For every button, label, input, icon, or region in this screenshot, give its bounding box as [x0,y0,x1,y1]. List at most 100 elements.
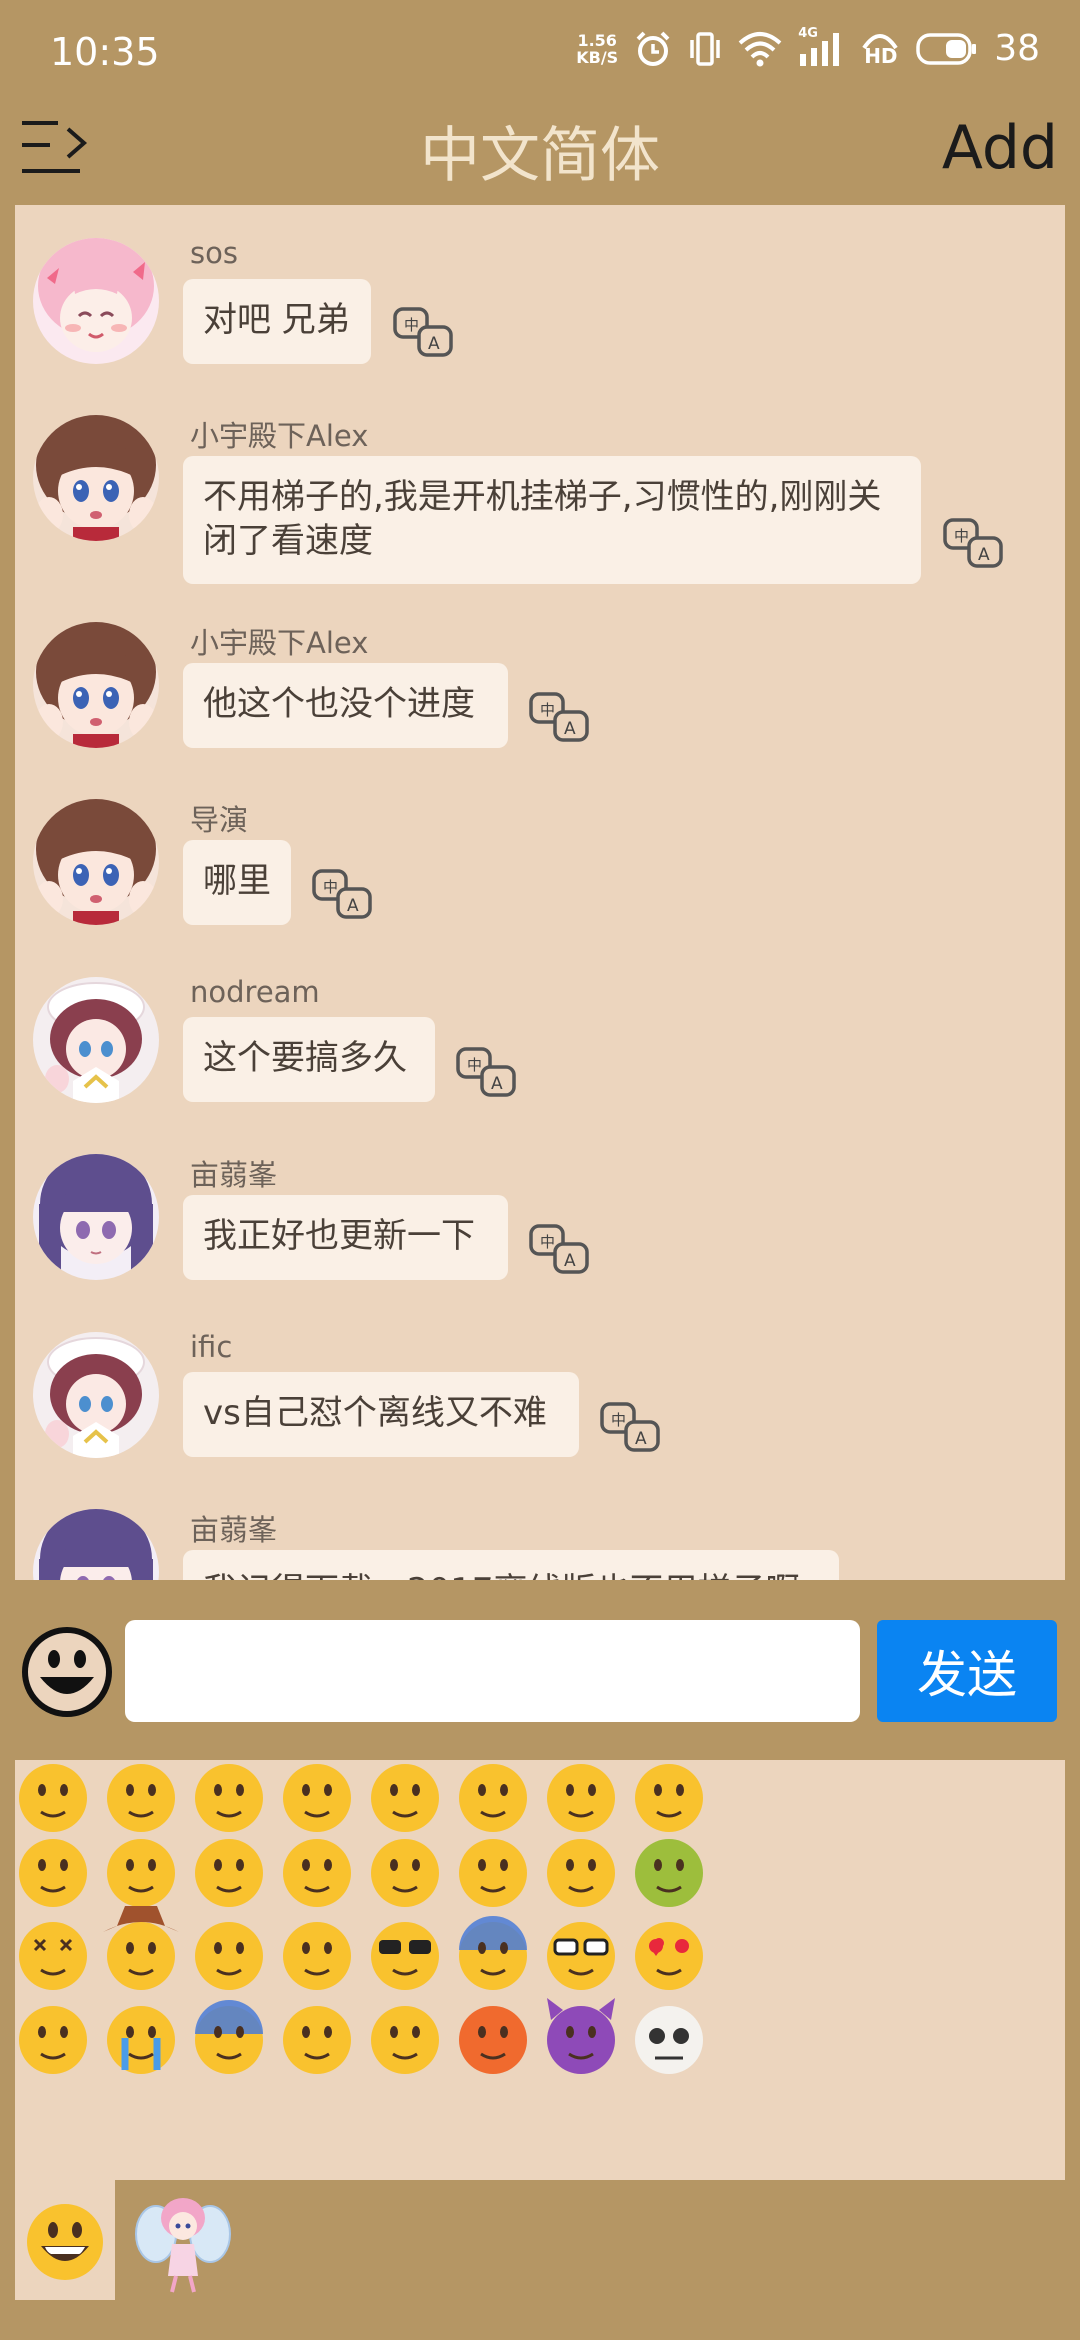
battery-icon [916,32,977,65]
signal-bars-icon [800,32,840,66]
translate-glyph-a: A [347,896,359,916]
translate-icon[interactable]: 中 A [943,518,1005,570]
emoji-panel[interactable] [15,1760,1065,2180]
language-title[interactable]: 中文简体 [0,107,1080,194]
nerd-face-emoji[interactable] [547,1922,615,1990]
purple-hair-avatar[interactable] [33,1154,159,1280]
translate-glyph-cn: 中 [323,878,338,896]
battery-percent: 38 [994,28,1040,69]
smiling-face-with-heart-eyes-emoji[interactable] [635,1922,703,1990]
face-screaming-in-fear-emoji[interactable] [195,2000,263,2074]
fairy-sticker-tab[interactable] [128,2188,238,2298]
grinning-face-tab[interactable] [15,2180,115,2300]
message-bubble[interactable]: 我正好也更新一下 [183,1195,508,1280]
sleeping-face-emoji[interactable] [459,1839,527,1907]
sleepy-face-emoji[interactable] [371,1839,439,1907]
kissing-face-emoji[interactable] [107,1764,175,1832]
hushed-face-emoji[interactable] [283,1922,351,1990]
message-username: 小宇殿下Alex [190,626,369,660]
translate-icon[interactable]: 中 A [600,1402,662,1454]
translate-glyph-a: A [978,545,990,565]
translate-glyph-a: A [564,719,576,739]
message-bubble[interactable]: 这个要搞多久 [183,1017,435,1102]
alarm-icon [636,31,670,66]
brown-hair-avatar[interactable] [33,799,159,925]
brown-hair-avatar[interactable] [33,415,159,541]
translate-glyph-a: A [635,1429,647,1449]
downcast-face-with-sweat-emoji[interactable] [283,2006,351,2074]
translate-glyph-cn: 中 [611,1411,626,1429]
message-username: 亩蒻峯 [190,1158,278,1192]
translate-icon[interactable]: 中 A [529,1224,591,1276]
emoji-toggle-icon[interactable] [20,1625,114,1719]
network-speed: 1.56 KB/S [576,32,618,66]
translate-glyph-a: A [428,334,440,354]
nauseated-face-emoji[interactable] [635,1839,703,1907]
loudly-crying-face-emoji[interactable] [107,2006,175,2074]
message-username: sos [190,236,238,270]
network-speed-unit: KB/S [576,47,619,67]
face-with-hand-over-mouth-emoji[interactable] [459,1764,527,1832]
message-bubble[interactable]: 对吧 兄弟 [183,279,371,364]
face-without-mouth-emoji[interactable] [19,1839,87,1907]
pouting-face-emoji[interactable] [459,2006,527,2074]
emoji-tab-bar [0,2180,1080,2340]
unamused-face-emoji[interactable] [107,1839,175,1907]
skull-emoji[interactable] [635,2006,703,2074]
wifi-icon [738,31,782,66]
face-with-head-bandage-emoji[interactable] [19,1764,87,1832]
message-username: ific [190,1330,233,1364]
smiling-face-with-sunglasses-emoji[interactable] [371,1922,439,1990]
send-button[interactable]: 发送 [877,1620,1057,1722]
status-bar: 10:35 1.56 KB/S 4G HD 38 [0,0,1080,110]
translate-glyph-a: A [491,1074,503,1094]
vibrate-icon [690,31,720,66]
message-input[interactable] [125,1620,860,1722]
status-icons: 1.56 KB/S 4G HD 38 [576,26,1040,70]
message-username: 亩蒻峯 [190,1513,278,1547]
angry-face-with-horns-emoji[interactable] [547,1998,615,2074]
translate-icon[interactable]: 中 A [393,307,455,359]
grimacing-face-emoji[interactable] [195,1839,263,1907]
neutral-face-emoji[interactable] [635,1764,703,1832]
grinning-face-icon [27,2204,103,2280]
input-bar: 发送 [0,1580,1080,1760]
cowboy-hat-face-emoji[interactable] [103,1906,179,1990]
anxious-face-emoji[interactable] [459,1916,527,1990]
purple-hair-avatar[interactable] [33,1509,159,1580]
face-with-steam-from-nose-emoji[interactable] [371,2006,439,2074]
message-bubble[interactable]: vs自己怼个离线又不难 [183,1372,579,1457]
add-button[interactable]: Add [942,113,1058,183]
message-username: 小宇殿下Alex [190,419,369,453]
cellular-signal: 4G [798,26,844,68]
brown-hair-avatar[interactable] [33,622,159,748]
chat-panel[interactable]: sos 对吧 兄弟 中 A 小宇殿下Alex 不用梯子的,我是开机挂梯子,习惯性… [15,205,1065,1580]
translate-glyph-cn: 中 [540,701,555,719]
white-hat-avatar[interactable] [33,977,159,1103]
thinking-face-emoji[interactable] [547,1764,615,1832]
face-with-thermometer-emoji[interactable] [547,1839,615,1907]
confused-face-emoji[interactable] [195,1922,263,1990]
translate-glyph-cn: 中 [540,1233,555,1251]
money-mouth-face-emoji[interactable] [371,1764,439,1832]
message-username: nodream [190,975,320,1009]
translate-icon[interactable]: 中 A [529,692,591,744]
translate-glyph-cn: 中 [954,527,969,545]
emoji-grid[interactable] [15,1760,1065,2180]
message-username: 导演 [190,803,249,837]
message-bubble[interactable]: 不用梯子的,我是开机挂梯子,习惯性的,刚刚关闭了看速度 [183,456,921,584]
message-bubble[interactable]: 他这个也没个进度 [183,663,508,748]
translate-icon[interactable]: 中 A [312,869,374,921]
zany-face-emoji[interactable] [283,1764,351,1832]
relieved-face-emoji[interactable] [283,1839,351,1907]
pink-hair-avatar[interactable] [33,238,159,364]
translate-icon[interactable]: 中 A [456,1047,518,1099]
sad-but-relieved-face-emoji[interactable] [19,2006,87,2074]
white-hat-avatar[interactable] [33,1332,159,1458]
face-with-tongue-emoji[interactable] [195,1764,263,1832]
hd-voice: HD [860,30,900,68]
dizzy-face-emoji[interactable] [19,1922,87,1990]
message-bubble[interactable]: 哪里 [183,840,291,925]
message-bubble[interactable]: 我记得下载一2017离线版也不用梯子啊 [183,1550,839,1580]
translate-glyph-cn: 中 [404,316,419,334]
